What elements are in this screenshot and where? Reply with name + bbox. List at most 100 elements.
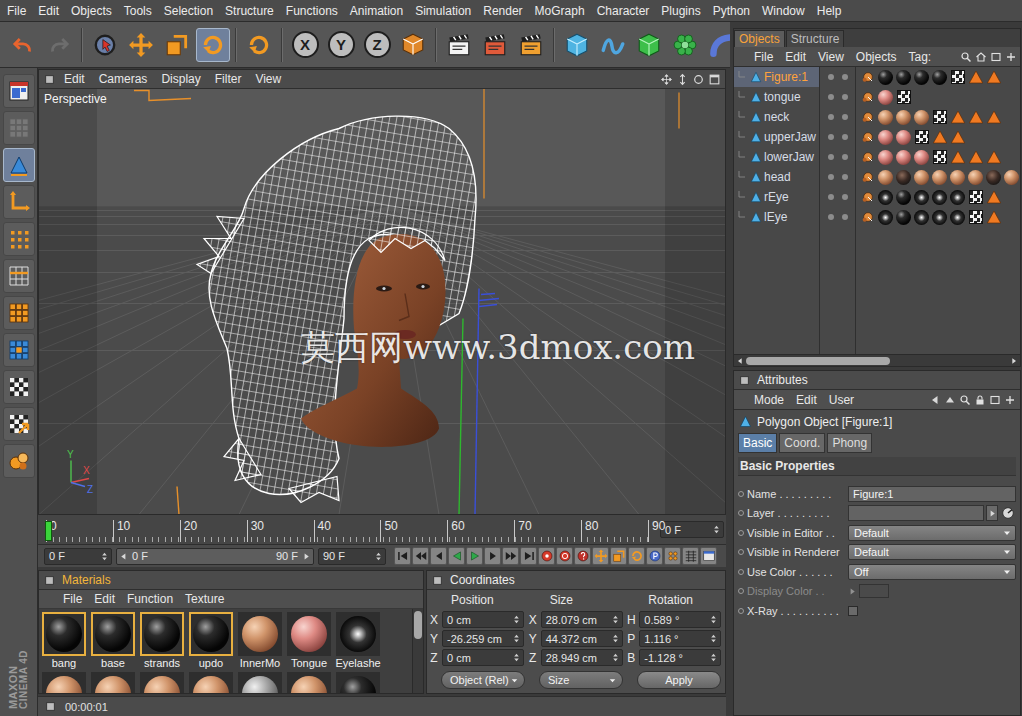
apply-button[interactable]: Apply — [637, 671, 721, 689]
object-tag[interactable] — [895, 189, 912, 206]
texture-button[interactable] — [3, 370, 35, 404]
viewport-menu-item[interactable]: View — [249, 72, 287, 86]
object-tag[interactable] — [859, 149, 876, 166]
visibility-dot-icon[interactable] — [828, 214, 834, 220]
start-frame-field[interactable]: 0 F — [44, 548, 112, 565]
visibility-dot-icon[interactable] — [828, 194, 834, 200]
playhead[interactable] — [45, 521, 52, 541]
material-swatch[interactable]: Tongue — [287, 612, 331, 670]
coordinate-field[interactable]: -26.259 cm — [442, 630, 524, 647]
object-tag[interactable] — [895, 129, 912, 146]
prev-frame-button[interactable] — [430, 547, 447, 565]
object-tag[interactable] — [895, 209, 912, 226]
object-tag[interactable] — [967, 109, 984, 126]
undo-button[interactable] — [6, 28, 40, 62]
visibility-dot-icon[interactable] — [842, 134, 848, 140]
menu-item[interactable]: Edit — [32, 1, 65, 21]
menu-item[interactable]: Window — [756, 1, 811, 21]
doodle-button[interactable] — [3, 111, 35, 145]
key-move-button[interactable] — [592, 547, 609, 565]
points-button[interactable] — [3, 222, 35, 256]
visibility-dot-icon[interactable] — [842, 74, 848, 80]
objects-scrollbar[interactable] — [734, 354, 1020, 366]
move-button[interactable] — [124, 28, 158, 62]
object-tag[interactable] — [859, 109, 876, 126]
polygons-button[interactable] — [3, 296, 35, 330]
materials-menu-item[interactable]: Texture — [179, 592, 230, 606]
visibility-dot-icon[interactable] — [828, 114, 834, 120]
menu-item[interactable]: Help — [811, 1, 848, 21]
menu-item[interactable]: File — [1, 1, 32, 21]
menu-item[interactable]: Selection — [158, 1, 219, 21]
visibility-dot-icon[interactable] — [828, 134, 834, 140]
object-tag[interactable] — [877, 189, 894, 206]
axis-button[interactable]: X — [288, 28, 322, 62]
layout-button[interactable] — [3, 74, 35, 108]
key-scale-button[interactable] — [610, 547, 627, 565]
object-row[interactable]: Figure:1 — [734, 67, 1020, 87]
animate-dot-icon[interactable] — [738, 588, 744, 594]
coord-button[interactable] — [396, 28, 430, 62]
coordinate-field[interactable]: -1.128 ° — [639, 649, 721, 666]
object-row[interactable]: lowerJaw — [734, 147, 1020, 167]
coordinate-field[interactable]: 28.079 cm — [541, 611, 623, 628]
visibility-dot-icon[interactable] — [828, 154, 834, 160]
object-tag[interactable] — [931, 189, 948, 206]
object-tag[interactable] — [859, 89, 876, 106]
object-tag[interactable] — [895, 169, 912, 186]
object-tag[interactable] — [967, 169, 984, 186]
attributes-menu-item[interactable]: Mode — [748, 393, 790, 407]
material-swatch[interactable]: updo — [189, 612, 233, 670]
panel-tab[interactable]: Structure — [786, 30, 845, 47]
viewport-scene[interactable]: YXZ — [39, 89, 725, 514]
menu-item[interactable]: Functions — [280, 1, 344, 21]
timeline-grid-button[interactable] — [682, 547, 699, 565]
object-tag[interactable] — [931, 109, 948, 126]
object-tag[interactable] — [949, 189, 966, 206]
spline-button[interactable] — [596, 28, 630, 62]
paint-button[interactable] — [3, 444, 35, 478]
object-tag[interactable] — [985, 169, 1002, 186]
animate-dot-icon[interactable] — [738, 510, 744, 516]
objects-menu-item[interactable]: Objects — [850, 50, 903, 64]
object-row[interactable]: tongue — [734, 87, 1020, 107]
workplane-button[interactable] — [3, 407, 35, 441]
object-tag[interactable] — [859, 129, 876, 146]
object-tag[interactable] — [877, 169, 894, 186]
object-tag[interactable] — [895, 109, 912, 126]
objects-menu-item[interactable]: View — [812, 50, 850, 64]
visibility-dot-icon[interactable] — [828, 174, 834, 180]
recent-button[interactable] — [242, 28, 276, 62]
play-button[interactable] — [466, 547, 483, 565]
key-param-button[interactable] — [646, 547, 663, 565]
material-swatch[interactable]: InnerMo — [238, 612, 282, 670]
material-swatch[interactable] — [287, 672, 331, 693]
viewport-canvas[interactable]: YXZPerspective莫西网www.3dmox.com — [39, 89, 725, 514]
panel-tab[interactable]: Objects — [734, 30, 785, 47]
object-tag[interactable] — [877, 209, 894, 226]
object-tag[interactable] — [895, 89, 912, 106]
layer-field[interactable] — [848, 505, 984, 521]
visibility-dot-icon[interactable] — [842, 194, 848, 200]
menu-item[interactable]: Character — [591, 1, 656, 21]
object-tag[interactable] — [949, 169, 966, 186]
render-view-button[interactable] — [442, 28, 476, 62]
object-tag[interactable] — [931, 209, 948, 226]
object-tag[interactable] — [985, 209, 1002, 226]
attribute-tab[interactable]: Coord. — [779, 433, 825, 453]
checkbox[interactable] — [848, 606, 858, 616]
menu-item[interactable]: MoGraph — [529, 1, 591, 21]
name-field[interactable]: Figure:1 — [848, 486, 1016, 502]
object-tag[interactable] — [877, 89, 894, 106]
key-pla-button[interactable] — [664, 547, 681, 565]
object-tag[interactable] — [967, 209, 984, 226]
coordinate-field[interactable]: 0 cm — [442, 611, 524, 628]
record-button[interactable] — [538, 547, 555, 565]
attributes-menu-item[interactable]: User — [823, 393, 860, 407]
object-tag[interactable] — [913, 149, 930, 166]
menu-item[interactable]: Structure — [219, 1, 280, 21]
material-swatch[interactable] — [91, 672, 135, 693]
object-tag[interactable] — [985, 109, 1002, 126]
material-swatch[interactable]: base — [91, 612, 135, 670]
object-tag[interactable] — [1003, 169, 1020, 186]
